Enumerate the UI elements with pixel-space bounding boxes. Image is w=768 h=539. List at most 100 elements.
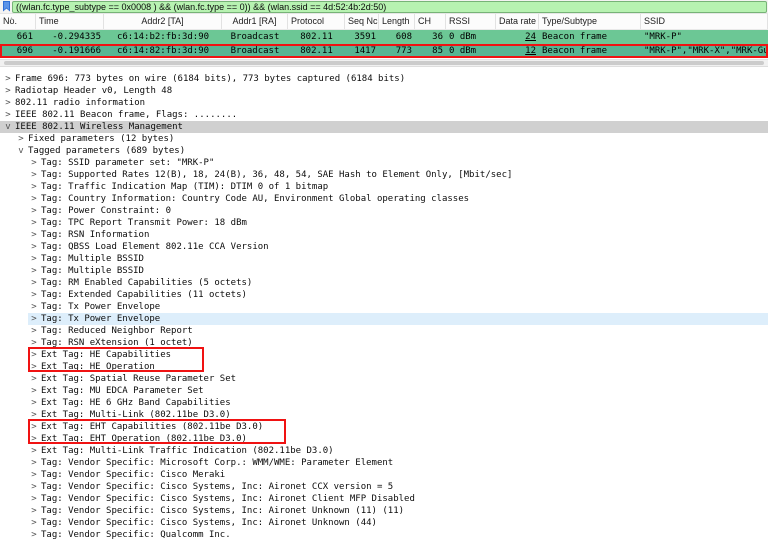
packet-row-661[interactable]: 661-0.294335c6:14:b2:fb:3d:90Broadcast80… xyxy=(0,30,768,44)
column-header-rssi[interactable]: RSSI xyxy=(446,14,496,29)
expander-closed-icon[interactable]: > xyxy=(29,505,39,517)
column-header-ssid[interactable]: SSID xyxy=(641,14,768,29)
column-header-protocol[interactable]: Protocol xyxy=(288,14,345,29)
column-header-no[interactable]: ▴No. xyxy=(0,14,36,29)
tree-line[interactable]: >Frame 696: 773 bytes on wire (6184 bits… xyxy=(0,73,768,85)
expander-closed-icon[interactable]: > xyxy=(29,385,39,397)
expander-closed-icon[interactable]: > xyxy=(29,217,39,229)
column-header-seq-nc[interactable]: Seq Nc xyxy=(345,14,379,29)
expander-closed-icon[interactable]: > xyxy=(29,409,39,421)
tree-line[interactable]: >Tag: Vendor Specific: Microsoft Corp.: … xyxy=(0,457,768,469)
expander-closed-icon[interactable]: > xyxy=(3,85,13,97)
expander-closed-icon[interactable]: > xyxy=(29,337,39,349)
tree-line[interactable]: >Ext Tag: HE 6 GHz Band Capabilities xyxy=(0,397,768,409)
tree-line[interactable]: >Ext Tag: MU EDCA Parameter Set xyxy=(0,385,768,397)
expander-closed-icon[interactable]: > xyxy=(29,481,39,493)
expander-closed-icon[interactable]: > xyxy=(29,457,39,469)
expander-closed-icon[interactable]: > xyxy=(29,373,39,385)
tree-line[interactable]: >Ext Tag: HE Operation xyxy=(0,361,768,373)
expander-closed-icon[interactable]: > xyxy=(29,445,39,457)
expander-closed-icon[interactable]: > xyxy=(29,265,39,277)
tree-line[interactable]: >Tag: Multiple BSSID xyxy=(0,253,768,265)
column-header-label: Time xyxy=(39,16,59,26)
expander-closed-icon[interactable]: > xyxy=(29,181,39,193)
tree-line[interactable]: >IEEE 802.11 Beacon frame, Flags: ......… xyxy=(0,109,768,121)
tree-line[interactable]: >Tag: Vendor Specific: Cisco Systems, In… xyxy=(0,493,768,505)
expander-closed-icon[interactable]: > xyxy=(29,241,39,253)
expander-closed-icon[interactable]: > xyxy=(16,133,26,145)
tree-line[interactable]: >Radiotap Header v0, Length 48 xyxy=(0,85,768,97)
tree-line[interactable]: >Tag: Vendor Specific: Cisco Systems, In… xyxy=(0,481,768,493)
tree-line[interactable]: >Tag: Extended Capabilities (11 octets) xyxy=(0,289,768,301)
tree-line[interactable]: >Tag: RM Enabled Capabilities (5 octets) xyxy=(0,277,768,289)
expander-closed-icon[interactable]: > xyxy=(29,493,39,505)
tree-line[interactable]: >Ext Tag: Multi-Link (802.11be D3.0) xyxy=(0,409,768,421)
tree-line[interactable]: >Tag: TPC Report Transmit Power: 18 dBm xyxy=(0,217,768,229)
tree-line[interactable]: >Ext Tag: Spatial Reuse Parameter Set xyxy=(0,373,768,385)
expander-closed-icon[interactable]: > xyxy=(29,193,39,205)
tree-line[interactable]: >Tag: Reduced Neighbor Report xyxy=(0,325,768,337)
expander-closed-icon[interactable]: > xyxy=(29,421,39,433)
expander-closed-icon[interactable]: > xyxy=(29,469,39,481)
expander-closed-icon[interactable]: > xyxy=(29,277,39,289)
column-header-label: Protocol xyxy=(291,16,324,26)
expander-closed-icon[interactable]: > xyxy=(29,205,39,217)
expander-closed-icon[interactable]: > xyxy=(3,109,13,121)
expander-closed-icon[interactable]: > xyxy=(29,397,39,409)
display-filter-input[interactable]: ((wlan.fc.type_subtype == 0x0008 ) && (w… xyxy=(12,1,767,13)
horizontal-scrollbar[interactable] xyxy=(0,59,768,67)
expander-closed-icon[interactable]: > xyxy=(29,517,39,529)
column-header-addr1-ra[interactable]: Addr1 [RA] xyxy=(222,14,288,29)
tree-line[interactable]: >Tag: Country Information: Country Code … xyxy=(0,193,768,205)
column-header-time[interactable]: Time xyxy=(36,14,104,29)
expander-closed-icon[interactable]: > xyxy=(29,361,39,373)
column-header-addr2-ta[interactable]: Addr2 [TA] xyxy=(104,14,222,29)
expander-closed-icon[interactable]: > xyxy=(29,325,39,337)
tree-line[interactable]: >Fixed parameters (12 bytes) xyxy=(0,133,768,145)
tree-line-text: Tag: Vendor Specific: Cisco Meraki xyxy=(41,470,225,480)
column-header-length[interactable]: Length xyxy=(379,14,415,29)
tree-line[interactable]: >Ext Tag: EHT Operation (802.11be D3.0) xyxy=(0,433,768,445)
tree-line[interactable]: >Tag: SSID parameter set: "MRK-P" xyxy=(0,157,768,169)
tree-line[interactable]: >Tag: Vendor Specific: Qualcomm Inc. xyxy=(0,529,768,539)
tree-line[interactable]: >Tag: Tx Power Envelope xyxy=(0,301,768,313)
tree-line[interactable]: >Tag: RSN Information xyxy=(0,229,768,241)
expander-closed-icon[interactable]: > xyxy=(29,289,39,301)
tree-line[interactable]: >Tag: Vendor Specific: Cisco Systems, In… xyxy=(0,505,768,517)
tree-line[interactable]: >Tag: Vendor Specific: Cisco Systems, In… xyxy=(0,517,768,529)
tree-line[interactable]: >Tag: RSN eXtension (1 octet) xyxy=(0,337,768,349)
expander-closed-icon[interactable]: > xyxy=(3,73,13,85)
column-header-ch[interactable]: CH xyxy=(415,14,446,29)
tree-line[interactable]: >Tag: Supported Rates 12(B), 18, 24(B), … xyxy=(0,169,768,181)
packet-row-696[interactable]: 696-0.191666c6:14:82:fb:3d:90Broadcast80… xyxy=(0,44,768,58)
column-header-type-subtype[interactable]: Type/Subtype xyxy=(539,14,641,29)
expander-closed-icon[interactable]: > xyxy=(3,97,13,109)
expander-closed-icon[interactable]: > xyxy=(29,301,39,313)
column-header-label: Data rate xyxy=(499,16,536,26)
expander-closed-icon[interactable]: > xyxy=(29,253,39,265)
tree-line[interactable]: >Tag: Multiple BSSID xyxy=(0,265,768,277)
expander-closed-icon[interactable]: > xyxy=(29,529,39,539)
filter-bookmark-icon[interactable] xyxy=(0,0,12,13)
tree-line[interactable]: >Tag: Tx Power Envelope xyxy=(0,313,768,325)
tree-line[interactable]: >Ext Tag: HE Capabilities xyxy=(0,349,768,361)
tree-line[interactable]: vIEEE 802.11 Wireless Management xyxy=(0,121,768,133)
tree-line[interactable]: >802.11 radio information xyxy=(0,97,768,109)
expander-open-icon[interactable]: v xyxy=(16,145,26,157)
expander-closed-icon[interactable]: > xyxy=(29,229,39,241)
expander-closed-icon[interactable]: > xyxy=(29,349,39,361)
expander-closed-icon[interactable]: > xyxy=(29,433,39,445)
tree-line[interactable]: >Tag: Traffic Indication Map (TIM): DTIM… xyxy=(0,181,768,193)
tree-line[interactable]: >Tag: QBSS Load Element 802.11e CCA Vers… xyxy=(0,241,768,253)
column-header-data-rate[interactable]: Data rate xyxy=(496,14,539,29)
scrollbar-thumb[interactable] xyxy=(4,61,764,65)
expander-closed-icon[interactable]: > xyxy=(29,313,39,325)
tree-line[interactable]: vTagged parameters (689 bytes) xyxy=(0,145,768,157)
expander-open-icon[interactable]: v xyxy=(3,121,13,133)
tree-line[interactable]: >Tag: Power Constraint: 0 xyxy=(0,205,768,217)
tree-line[interactable]: >Tag: Vendor Specific: Cisco Meraki xyxy=(0,469,768,481)
expander-closed-icon[interactable]: > xyxy=(29,169,39,181)
expander-closed-icon[interactable]: > xyxy=(29,157,39,169)
tree-line[interactable]: >Ext Tag: Multi-Link Traffic Indication … xyxy=(0,445,768,457)
tree-line[interactable]: >Ext Tag: EHT Capabilities (802.11be D3.… xyxy=(0,421,768,433)
